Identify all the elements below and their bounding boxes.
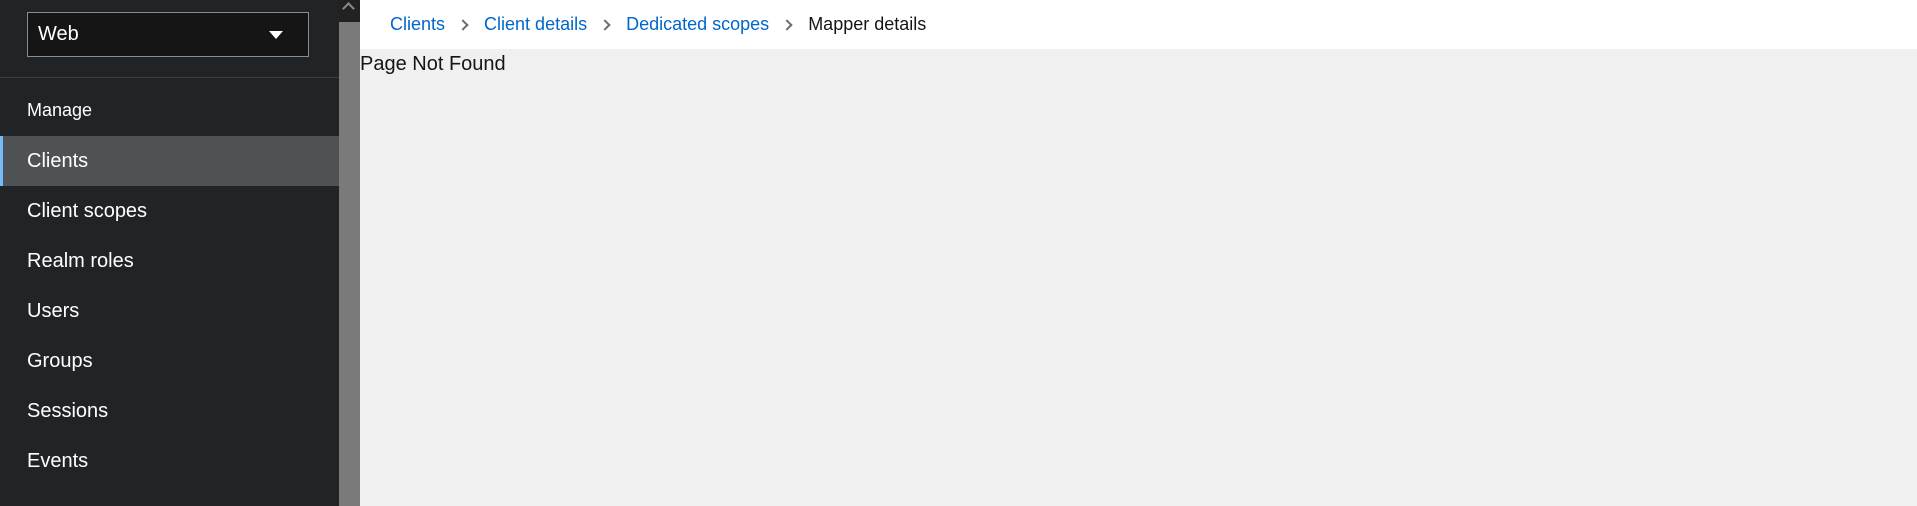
scrollbar-thumb[interactable] [339,22,360,506]
realm-selector[interactable]: Web [27,12,309,57]
sidebar-item-groups[interactable]: Groups [0,336,339,386]
sidebar-item-client-scopes[interactable]: Client scopes [0,186,339,236]
sidebar-section-manage: Manage [27,100,93,120]
sidebar-nav: Clients Client scopes Realm roles Users … [0,136,339,486]
breadcrumb-clients[interactable]: Clients [390,14,445,35]
sidebar-item-sessions[interactable]: Sessions [0,386,339,436]
sidebar-divider [0,77,339,78]
caret-down-icon [269,30,283,39]
realm-selector-value: Web [38,23,79,45]
sidebar-item-users[interactable]: Users [0,286,339,336]
breadcrumb-client-details[interactable]: Client details [484,14,587,35]
sidebar-item-realm-roles[interactable]: Realm roles [0,236,339,286]
chevron-up-icon[interactable] [342,2,355,15]
breadcrumb-dedicated-scopes[interactable]: Dedicated scopes [626,14,769,35]
breadcrumb: Clients Client details Dedicated scopes … [360,0,1917,49]
sidebar-item-clients[interactable]: Clients [0,136,339,186]
page-not-found-message: Page Not Found [360,53,506,75]
chevron-right-icon [781,18,793,31]
sidebar: Web Manage Clients Client scopes Realm r… [0,0,339,506]
sidebar-scrollbar[interactable] [339,0,360,506]
chevron-right-icon [599,18,611,31]
breadcrumb-mapper-details: Mapper details [808,14,927,34]
sidebar-item-events[interactable]: Events [0,436,339,486]
chevron-right-icon [457,18,469,31]
